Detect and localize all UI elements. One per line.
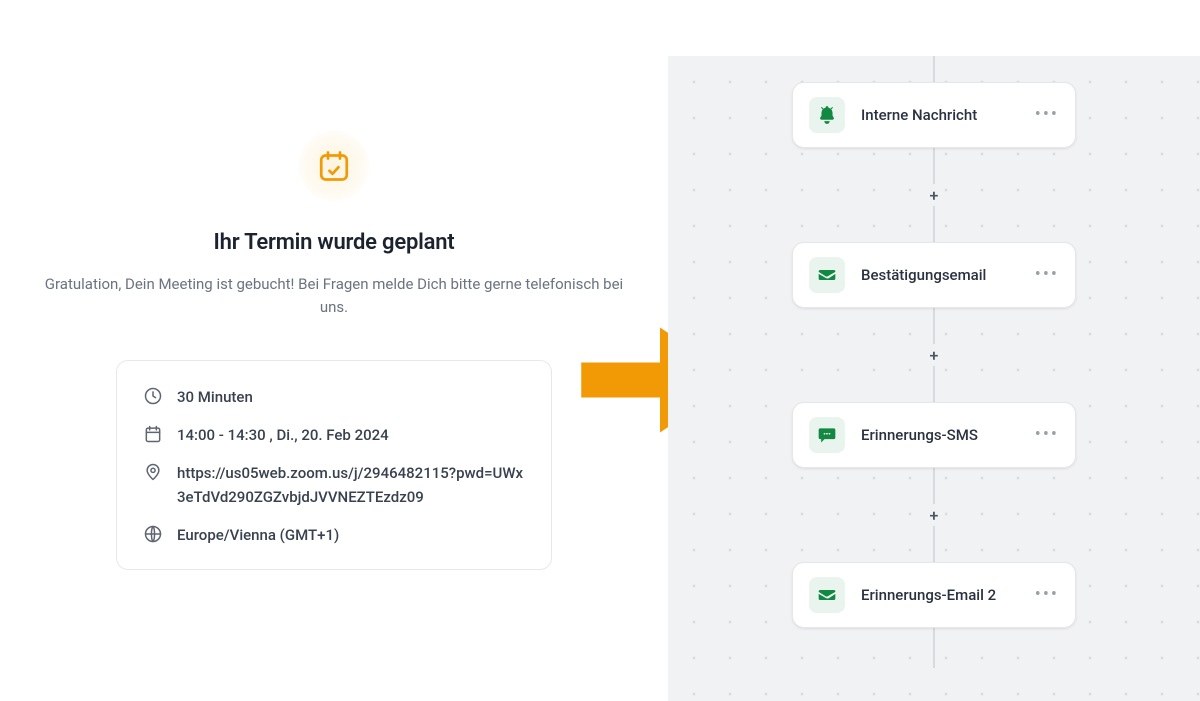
calendar-icon bbox=[143, 424, 163, 444]
workflow-step[interactable]: Erinnerungs-Email 2 ••• bbox=[792, 562, 1076, 628]
more-icon[interactable]: ••• bbox=[1035, 586, 1059, 604]
detail-location: https://us05web.zoom.us/j/2946482115?pwd… bbox=[143, 461, 525, 509]
datetime-text: 14:00 - 14:30 , Di., 20. Feb 2024 bbox=[177, 423, 389, 447]
workflow-flow: Interne Nachricht ••• Bestätigungsemail … bbox=[792, 82, 1076, 628]
detail-duration: 30 Minuten bbox=[143, 385, 525, 409]
workflow-canvas[interactable]: Interne Nachricht ••• Bestätigungsemail … bbox=[668, 56, 1200, 701]
workflow-step-label: Erinnerungs-SMS bbox=[861, 426, 1019, 444]
workflow-step-label: Interne Nachricht bbox=[861, 106, 1019, 124]
confirmation-title: Ihr Termin wurde geplant bbox=[214, 230, 455, 255]
workflow-step-label: Erinnerungs-Email 2 bbox=[861, 586, 1019, 604]
confirmation-subtitle: Gratulation, Dein Meeting ist gebucht! B… bbox=[30, 273, 638, 318]
envelope-icon bbox=[809, 257, 845, 293]
globe-icon bbox=[143, 524, 163, 544]
detail-timezone: Europe/Vienna (GMT+1) bbox=[143, 523, 525, 547]
workflow-step-label: Bestätigungsemail bbox=[861, 266, 1019, 284]
envelope-icon bbox=[809, 577, 845, 613]
location-text: https://us05web.zoom.us/j/2946482115?pwd… bbox=[177, 461, 525, 509]
sms-icon bbox=[809, 417, 845, 453]
more-icon[interactable]: ••• bbox=[1035, 266, 1059, 284]
workflow-step[interactable]: Bestätigungsemail ••• bbox=[792, 242, 1076, 308]
add-step-button[interactable] bbox=[923, 184, 945, 206]
duration-text: 30 Minuten bbox=[177, 385, 253, 409]
detail-datetime: 14:00 - 14:30 , Di., 20. Feb 2024 bbox=[143, 423, 525, 447]
flow-connector bbox=[792, 468, 1076, 562]
calendar-check-icon bbox=[298, 130, 370, 202]
workflow-step[interactable]: Interne Nachricht ••• bbox=[792, 82, 1076, 148]
flow-connector bbox=[792, 148, 1076, 242]
timezone-text: Europe/Vienna (GMT+1) bbox=[177, 523, 339, 547]
more-icon[interactable]: ••• bbox=[1035, 106, 1059, 124]
confirmation-content: Ihr Termin wurde geplant Gratulation, De… bbox=[30, 130, 638, 570]
clock-icon bbox=[143, 386, 163, 406]
add-step-button[interactable] bbox=[923, 504, 945, 526]
flow-connector bbox=[792, 308, 1076, 402]
more-icon[interactable]: ••• bbox=[1035, 426, 1059, 444]
location-pin-icon bbox=[143, 462, 163, 482]
bell-icon bbox=[809, 97, 845, 133]
confirmation-pane: Ihr Termin wurde geplant Gratulation, De… bbox=[0, 0, 668, 701]
workflow-step[interactable]: Erinnerungs-SMS ••• bbox=[792, 402, 1076, 468]
appointment-details-card: 30 Minuten 14:00 - 14:30 , Di., 20. Feb … bbox=[116, 360, 552, 570]
add-step-button[interactable] bbox=[923, 344, 945, 366]
